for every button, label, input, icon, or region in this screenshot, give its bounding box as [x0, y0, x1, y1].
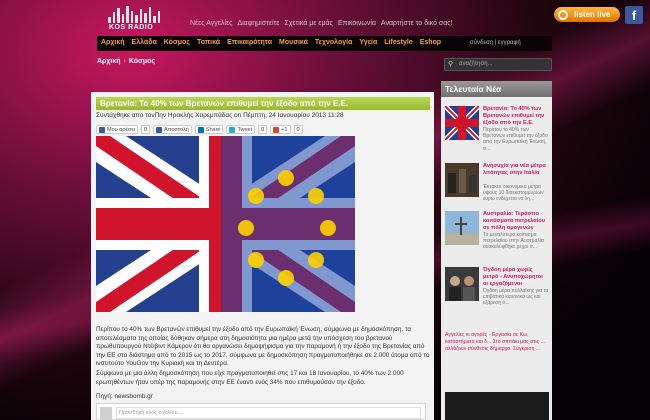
comment-box: Προσθήκη ενός σχολίου... [96, 403, 426, 420]
article-image [96, 136, 355, 312]
news-item[interactable]: Όγδοη μέρα χωρίς μετρό - Ανυποχώρητοι οι… [445, 267, 549, 317]
search-placeholder: αναζήτηση... [459, 61, 493, 67]
news-thumbnail [445, 267, 479, 301]
article-paragraph: Περίπου το 40% των Βρετανών επιθυμεί την… [96, 326, 430, 368]
like-label: Μου αρέσει [107, 126, 136, 133]
nav-item-music[interactable]: Μουσικά [279, 36, 308, 50]
site-logo[interactable]: KOS RADIO [105, 6, 161, 32]
nav-item-lifestyle[interactable]: Lifestyle [384, 36, 412, 50]
nav-item-current[interactable]: Επικαιρότητα [227, 36, 272, 50]
facebook-icon[interactable]: f [625, 6, 643, 24]
top-link-ads[interactable]: Νέες Αγγελίες [190, 20, 232, 27]
google-plus-icon [273, 126, 280, 133]
sidebar-title: Τελευταία Νέα [441, 81, 552, 97]
linkedin-icon [197, 126, 204, 133]
top-links: Νέες Αγγελίες Διαφημιστείτε Σχετικά με ε… [190, 20, 453, 27]
nav-item-greece[interactable]: Ελλάδα [132, 36, 157, 50]
twitter-icon [229, 126, 236, 133]
search-input[interactable]: ⚲ αναζήτηση... [444, 58, 552, 71]
breadcrumb-current: Κόσμος [128, 58, 156, 65]
avatar [100, 407, 112, 419]
speaker-icon [558, 10, 568, 20]
news-item[interactable]: Αυστραλία: Τεράστιο κοιτάσματα πετρελαίο… [445, 211, 549, 261]
tweet-count: 0 [258, 125, 268, 134]
tweet-label: Tweet [237, 126, 253, 133]
news-item[interactable]: Βρετανία: Το 40% των Βρετανών επιθυμεί τ… [445, 106, 549, 156]
search-icon: ⚲ [448, 61, 454, 68]
article-title: Βρετανία: Το 40% των Βρετανών επιθυμεί τ… [96, 97, 430, 110]
login-link[interactable]: σύνδεση | εγγραφή [470, 36, 521, 50]
equalizer-icon [108, 6, 160, 23]
like-count: 0 [141, 125, 151, 134]
google-plus-button[interactable]: +1 [270, 125, 291, 134]
news-thumbnail [445, 106, 479, 140]
news-snippet: Όγδοη μέρα παλλαϊκής για τα επιβατικά κα… [483, 288, 549, 307]
article-source: Πηγή: newsbomb.gr [96, 393, 153, 400]
news-title[interactable]: Όγδοη μέρα χωρίς μετρό - Ανυποχώρητοι οι… [483, 267, 549, 287]
nav-item-local[interactable]: Τοπικά [197, 36, 220, 50]
listen-live-button[interactable]: listen live [554, 7, 620, 22]
news-item[interactable]: Ανησυχία για νέα μέτρα λιτότητας στην Ιτ… [445, 163, 549, 213]
nav-item-eshop[interactable]: Eshop [420, 36, 441, 50]
breadcrumb-separator: › [123, 58, 126, 65]
facebook-like-button[interactable]: Μου αρέσει [96, 125, 139, 134]
share-bar: Μου αρέσει 0 Αποστολή Share Tweet 0 +1 0 [96, 125, 303, 134]
breadcrumb: Αρχική › Κόσμος [97, 58, 155, 65]
plus-count: 0 [293, 125, 303, 134]
article-byline: Συντάχθηκε απο τονΠην Ηρακλής Χαρεμπάδας… [96, 112, 344, 119]
listen-live-label: listen live [574, 10, 611, 19]
news-thumbnail [445, 211, 479, 245]
latest-news-sidebar: Τελευταία Νέα Βρετανία: Το 40% των Βρετα… [441, 81, 552, 420]
sidebar-links[interactable]: Αγγελίες κι αγορές - Εργασία σε Κω, κατα… [445, 332, 549, 352]
send-label: Αποστολή [164, 126, 189, 133]
nav-item-health[interactable]: Υγεία [359, 36, 377, 50]
nav-item-tech[interactable]: Τεχνολογία [315, 36, 353, 50]
top-link-advertise[interactable]: Διαφημιστείτε [237, 20, 279, 27]
plus-label: +1 [281, 126, 288, 133]
linkedin-share-button[interactable]: Share [194, 125, 224, 134]
news-title[interactable]: Αυστραλία: Τεράστιο κοιτάσματα πετρελαίο… [483, 211, 549, 231]
article-paragraph: Σύμφωνα με μια άλλη δημοσκόπηση που είχε… [96, 370, 404, 386]
news-thumbnail [445, 163, 479, 197]
main-nav: Αρχική Ελλάδα Κόσμος Τοπικά Επικαιρότητα… [97, 36, 552, 51]
like-icon [99, 126, 105, 133]
top-link-post[interactable]: Αναρτήστε το δικό σας! [381, 20, 453, 27]
news-title[interactable]: Ανησυχία για νέα μέτρα λιτότητας στην Ιτ… [483, 163, 549, 177]
news-snippet: Περίπου το 40% των Βρετανών επιθυμεί την… [483, 127, 548, 152]
nav-item-home[interactable]: Αρχική [101, 36, 125, 50]
video-player[interactable] [445, 392, 549, 420]
site-header: KOS RADIO Νέες Αγγελίες Διαφημιστείτε Σχ… [97, 0, 643, 34]
top-link-about[interactable]: Σχετικά με εμάς [284, 20, 333, 27]
logo-text: KOS RADIO [109, 24, 154, 31]
nav-item-world[interactable]: Κόσμος [164, 36, 190, 50]
news-snippet: Έκτακτα οικονομικά μέτρα ύψους 10 δισεκα… [483, 184, 544, 203]
facebook-send-button[interactable]: Αποστολή [153, 125, 192, 134]
top-link-contact[interactable]: Επικοινωνία [338, 20, 376, 27]
news-snippet: Το μεγαλύτερο κοίτασμα πετρελαίου στην Α… [483, 232, 544, 251]
send-icon [156, 126, 163, 133]
news-title[interactable]: Βρετανία: Το 40% των Βρετανών επιθυμεί τ… [483, 106, 549, 126]
breadcrumb-home[interactable]: Αρχική [97, 58, 121, 65]
share-label: Share [205, 126, 221, 133]
tweet-button[interactable]: Tweet [226, 125, 256, 134]
article-panel: Βρετανία: Το 40% των Βρετανών επιθυμεί τ… [91, 92, 434, 420]
comment-input[interactable]: Προσθήκη ενός σχολίου... [116, 407, 421, 419]
